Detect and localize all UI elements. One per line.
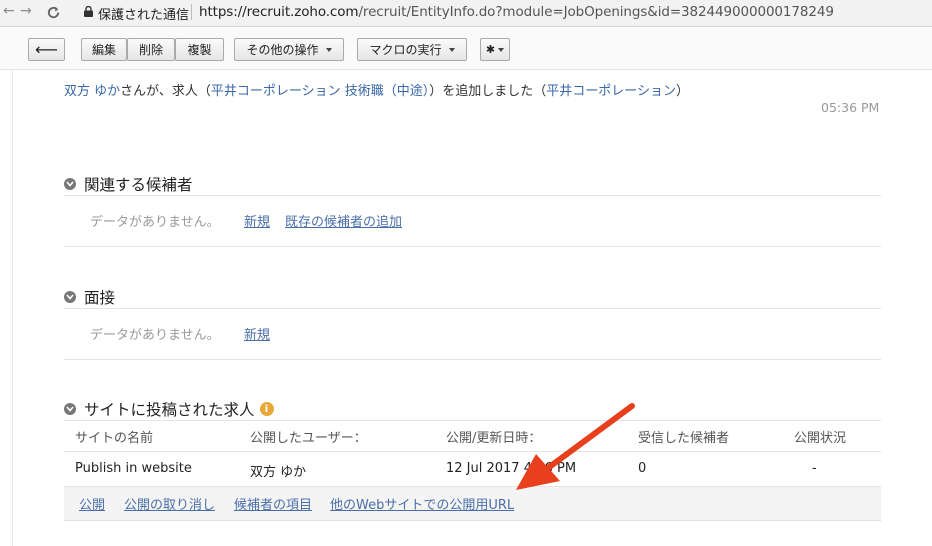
annotation-arrow — [516, 403, 635, 490]
arrow-head — [516, 454, 560, 490]
arrow-shaft — [545, 403, 635, 471]
